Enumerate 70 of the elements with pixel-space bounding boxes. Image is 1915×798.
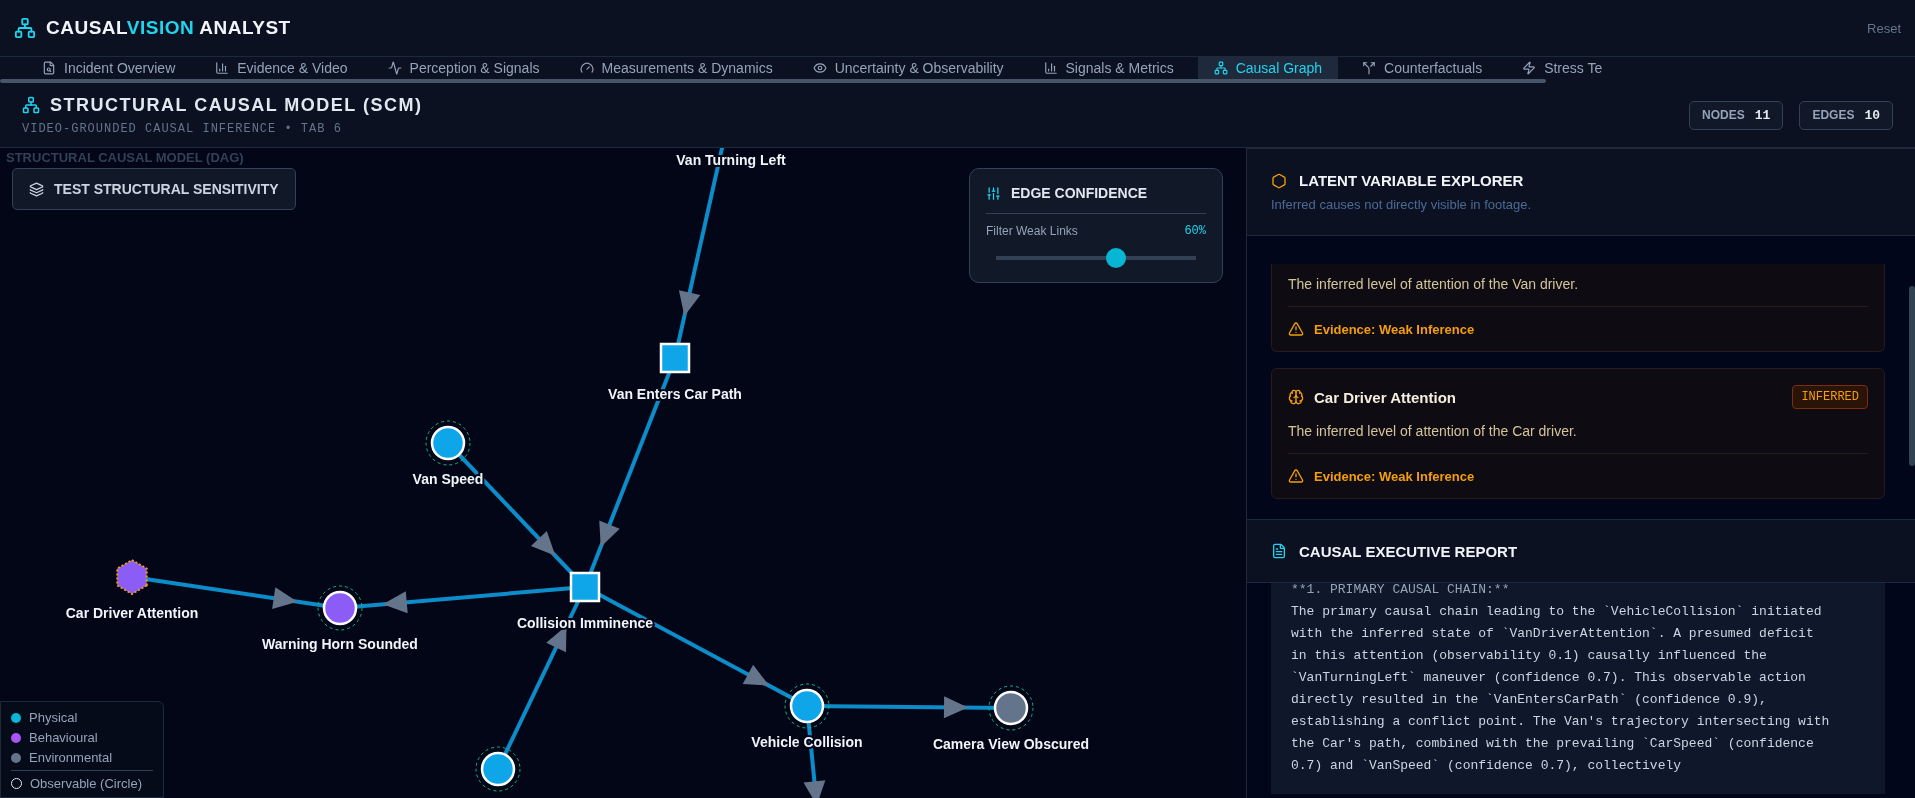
circle-node[interactable] bbox=[988, 685, 1034, 731]
document-icon bbox=[1271, 543, 1287, 559]
panel-title: EDGE CONFIDENCE bbox=[1011, 185, 1148, 201]
tab-icon bbox=[387, 61, 402, 75]
hexagon-icon bbox=[1271, 172, 1287, 189]
section-title: CAUSAL EXECUTIVE REPORT bbox=[1299, 542, 1518, 560]
tab[interactable]: Measurements & Dynamics bbox=[563, 57, 789, 81]
canvas-title: STRUCTURAL CAUSAL MODEL (DAG) bbox=[6, 150, 244, 165]
inferred-badge: INFERRED bbox=[1792, 385, 1868, 409]
stat-value: 11 bbox=[1754, 107, 1771, 123]
tab-icon bbox=[42, 61, 56, 75]
tab[interactable]: Incident Overview bbox=[26, 57, 192, 81]
card-description: The inferred level of attention of the Car driver. bbox=[1288, 423, 1868, 454]
evidence-label: Evidence: Weak Inference bbox=[1314, 321, 1475, 337]
node-label: Van Speed bbox=[412, 471, 484, 487]
section-subtitle: Inferred causes not directly visible in footage. bbox=[1271, 197, 1533, 212]
tab[interactable]: Evidence & Video bbox=[199, 57, 364, 81]
tab-icon bbox=[579, 61, 594, 75]
tab-icon bbox=[1213, 61, 1228, 75]
node-label: Camera View Obscured bbox=[932, 736, 1090, 752]
report-heading: **1. PRIMARY CAUSAL CHAIN:** bbox=[1291, 583, 1511, 599]
circle-node[interactable] bbox=[475, 746, 521, 792]
slider-thumb[interactable] bbox=[1106, 248, 1126, 268]
tab-icon bbox=[1043, 61, 1058, 75]
tab-icon bbox=[1522, 61, 1537, 75]
app-title: CAUSALVISION ANALYST bbox=[46, 17, 291, 39]
circle-node[interactable] bbox=[784, 683, 830, 729]
tab-icon bbox=[1362, 61, 1377, 75]
network-icon bbox=[14, 17, 36, 39]
reset-link[interactable]: Reset bbox=[1867, 20, 1901, 36]
section-title: LATENT VARIABLE EXPLORER bbox=[1299, 172, 1524, 189]
tab-icon bbox=[812, 61, 827, 75]
card-description: The inferred level of attention of the Van driver. bbox=[1288, 276, 1868, 307]
brain-icon bbox=[1288, 389, 1304, 405]
slider-reading: 60% bbox=[1184, 224, 1206, 238]
node-label: Warning Horn Sounded bbox=[262, 636, 418, 652]
warning-icon bbox=[1288, 468, 1304, 484]
card-title: Car Driver Attention bbox=[1314, 388, 1456, 406]
tab[interactable]: Causal Graph bbox=[1197, 57, 1339, 81]
stat-label: EDGES bbox=[1812, 108, 1855, 122]
slider-label: Filter Weak Links bbox=[986, 224, 1078, 238]
sliders-icon bbox=[986, 185, 1001, 201]
tab[interactable]: Counterfactuals bbox=[1346, 57, 1499, 81]
legend-label: Behavioural bbox=[29, 730, 98, 745]
report-text: The primary causal chain leading to the `VehicleCollision` initiated with the inferred state of `VanDriverAttention`. A presumed deficit in this attention (observability 0.1) causally influenced the `VanTurningLeft` maneuver (confidence 0.7). This observable action directly resulted in the `VanEntersCarPath` (confidence 0.9), establishing a conflict point. The Van's trajectory intersecting with the Car's path, combined with the prevailing `CarSpeed` (confidence 0.7) and `VanSpeed` (confidence 0.7), collectively bbox=[1291, 603, 1831, 775]
scrollbar[interactable] bbox=[0, 79, 1546, 83]
stat-label: NODES bbox=[1702, 108, 1745, 122]
warning-icon bbox=[1288, 321, 1304, 337]
tab[interactable]: Signals & Metrics bbox=[1027, 57, 1190, 81]
network-icon bbox=[22, 96, 40, 114]
legend-label: Physical bbox=[29, 710, 78, 725]
hexagon-node[interactable] bbox=[116, 558, 148, 596]
stat-value: 10 bbox=[1864, 107, 1880, 123]
sensitivity-button[interactable]: TEST STRUCTURAL SENSITIVITY bbox=[12, 168, 296, 210]
tab[interactable]: Stress Te bbox=[1506, 57, 1619, 81]
circle-node[interactable] bbox=[317, 585, 363, 631]
legend-label: Observable (Circle) bbox=[30, 776, 142, 791]
tab[interactable]: Perception & Signals bbox=[371, 57, 556, 81]
square-node[interactable] bbox=[659, 342, 691, 374]
circle-node[interactable] bbox=[425, 420, 471, 466]
tab-icon bbox=[215, 61, 230, 75]
tab[interactable]: Uncertainty & Observability bbox=[796, 57, 1020, 81]
model-subtitle: VIDEO-GROUNDED CAUSAL INFERENCE • TAB 6 bbox=[22, 121, 343, 136]
model-title: STRUCTURAL CAUSAL MODEL (SCM) bbox=[50, 94, 423, 116]
node-label: Car Driver Attention bbox=[65, 605, 199, 621]
scrollbar[interactable] bbox=[1909, 286, 1915, 466]
layers-icon bbox=[29, 181, 44, 197]
legend-label: Environmental bbox=[29, 750, 113, 765]
square-node[interactable] bbox=[569, 571, 601, 603]
evidence-label: Evidence: Weak Inference bbox=[1314, 468, 1475, 484]
